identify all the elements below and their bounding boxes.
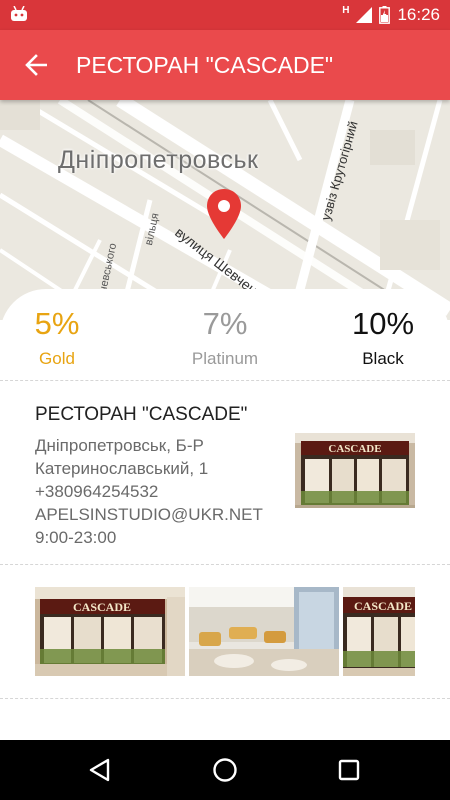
discount-level-gold[interactable]: 5% Gold	[24, 305, 90, 372]
discount-level-name: Gold	[39, 349, 75, 368]
arrow-left-icon	[25, 54, 47, 76]
nav-back-button[interactable]	[81, 752, 117, 788]
restaurant-name: РЕСТОРАН "CASCADE"	[35, 404, 248, 425]
discount-level-name: Black	[362, 349, 404, 368]
gallery-photo[interactable]	[189, 587, 339, 676]
divider	[0, 564, 450, 565]
network-type: H	[342, 4, 350, 16]
discount-percent: 5%	[34, 306, 80, 341]
clock: 16:26	[397, 5, 440, 24]
restaurant-screen: H 16:26 РЕСТОРАН "CASCADE" Дніпропетровс…	[0, 0, 450, 800]
triangle-back-icon	[89, 758, 110, 782]
divider	[0, 380, 450, 381]
status-bar: H 16:26	[0, 0, 450, 30]
android-notification-icon	[11, 6, 27, 21]
page-title: РЕСТОРАН "CASCADE"	[76, 52, 334, 78]
back-button[interactable]	[14, 43, 58, 87]
restaurant-logo-text: CASCADE	[73, 600, 131, 614]
nav-home-button[interactable]	[207, 752, 243, 788]
discount-level-name: Platinum	[191, 349, 259, 368]
circle-home-icon	[213, 758, 237, 782]
restaurant-hours: 9:00-23:00	[35, 528, 117, 547]
photo-gallery[interactable]: CASCADE CASCADE	[35, 587, 415, 676]
restaurant-logo-text: CASCADE	[328, 443, 381, 455]
restaurant-info: РЕСТОРАН "CASCADE" Дніпропетровськ, Б-Р …	[35, 402, 285, 549]
nav-recent-apps-button[interactable]	[331, 752, 367, 788]
app-bar: РЕСТОРАН "CASCADE"	[0, 30, 450, 100]
discount-percent: 10%	[351, 306, 415, 341]
system-nav-bar	[0, 740, 450, 800]
divider	[0, 698, 450, 699]
restaurant-address-line1: Дніпропетровськ, Б-Р	[35, 436, 204, 455]
discount-levels: 5% Gold 7% Platinum 10% Black	[0, 305, 450, 375]
restaurant-photo-thumbnail[interactable]: CASCADE	[295, 433, 415, 508]
restaurant-card: 5% Gold 7% Platinum 10% Black РЕСТОРАН "…	[0, 289, 450, 800]
gallery-photo[interactable]: CASCADE	[343, 587, 415, 676]
map-pin-icon[interactable]	[206, 188, 242, 240]
discount-level-platinum[interactable]: 7% Platinum	[185, 305, 265, 372]
restaurant-address-line2: Катеринославський, 1	[35, 459, 209, 478]
restaurant-phone[interactable]: +380964254532	[35, 480, 285, 503]
discount-percent: 7%	[202, 306, 248, 341]
restaurant-logo-text: CASCADE	[354, 599, 412, 613]
discount-level-black[interactable]: 10% Black	[345, 305, 421, 372]
square-recent-icon	[338, 759, 360, 781]
map-city-label: Дніпропетровськ	[58, 146, 259, 174]
restaurant-email[interactable]: APELSINSTUDIO@UKR.NET	[35, 503, 285, 526]
signal-icon	[356, 7, 373, 23]
gallery-photo[interactable]: CASCADE	[35, 587, 185, 676]
battery-icon	[379, 6, 391, 24]
